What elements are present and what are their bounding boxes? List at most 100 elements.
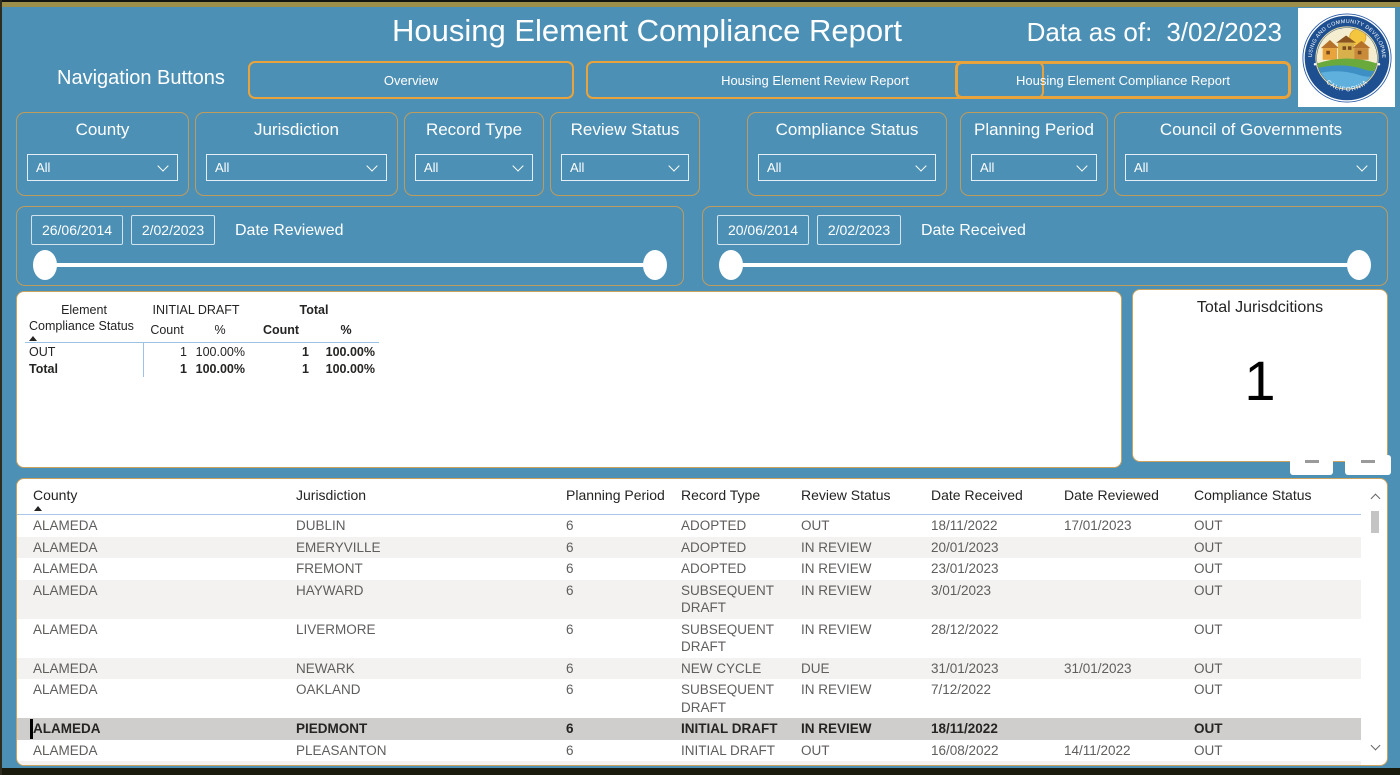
- table-cell: 6: [566, 558, 681, 580]
- table-cell: EMERYVILLE: [296, 537, 566, 559]
- dash-icon: [1361, 460, 1375, 463]
- chevron-down-icon: [1356, 160, 1367, 171]
- table-cell: ADOPTED: [681, 537, 801, 559]
- table-cell: ADOPTED: [681, 558, 801, 580]
- scrollbar-thumb[interactable]: [1371, 511, 1379, 533]
- matrix-value: 100.00%: [313, 343, 379, 361]
- column-header-date-reviewed[interactable]: Date Reviewed: [1064, 487, 1194, 514]
- column-header-date-received[interactable]: Date Received: [931, 487, 1064, 514]
- dropdown-value: All: [570, 160, 584, 175]
- table-cell: OUT: [1194, 718, 1344, 740]
- table-cell: SUBSEQUENT DRAFT: [681, 580, 801, 619]
- table-cell: SAN LEANDRO: [296, 761, 566, 766]
- slider-handle-right[interactable]: [1347, 250, 1371, 280]
- table-cell: NEW CYCLE: [681, 658, 801, 680]
- table-cell: OUT: [801, 740, 931, 762]
- matrix-row[interactable]: Total1100.00%1100.00%: [25, 360, 379, 377]
- data-as-of-value: 3/02/2023: [1166, 17, 1282, 47]
- sort-ascending-icon: [34, 506, 42, 511]
- table-cell: 6: [566, 740, 681, 762]
- details-table-panel: CountyJurisdictionPlanning PeriodRecord …: [16, 478, 1388, 766]
- matrix-row[interactable]: OUT1100.00%1100.00%: [25, 343, 379, 361]
- table-row[interactable]: ALAMEDALIVERMORE6SUBSEQUENT DRAFTIN REVI…: [17, 619, 1361, 658]
- table-cell: IN REVIEW: [801, 537, 931, 559]
- filter-planning-period: Planning PeriodAll: [960, 112, 1108, 196]
- table-cell: ALAMEDA: [33, 679, 296, 701]
- table-row[interactable]: ALAMEDAFREMONT6ADOPTEDIN REVIEW23/01/202…: [17, 558, 1361, 580]
- matrix-rowgroup-header-line2[interactable]: Compliance Status: [25, 318, 143, 343]
- matrix-colgroup-initial-draft[interactable]: INITIAL DRAFT: [143, 302, 249, 318]
- filter-label: Record Type: [405, 120, 543, 140]
- scroll-up-icon[interactable]: [1371, 494, 1381, 504]
- column-header-county[interactable]: County: [33, 487, 296, 514]
- column-header-label: Compliance Status: [1194, 487, 1312, 503]
- table-cell: ALAMEDA: [33, 740, 296, 762]
- table-row[interactable]: ALAMEDAHAYWARD6SUBSEQUENT DRAFTIN REVIEW…: [17, 580, 1361, 619]
- table-cell: 31/01/2023: [1064, 658, 1194, 680]
- matrix-rowgroup-header-line1[interactable]: Element: [25, 302, 143, 318]
- table-cell: 6: [566, 515, 681, 537]
- compliance-matrix: Element INITIAL DRAFT Total Compliance S…: [25, 302, 379, 377]
- matrix-value: 1: [249, 343, 313, 361]
- matrix-subheader-total-count[interactable]: Count: [249, 318, 313, 343]
- filter-dropdown-review-status[interactable]: All: [561, 154, 689, 181]
- matrix-subheader-count[interactable]: Count: [143, 318, 191, 343]
- matrix-value: 100.00%: [313, 360, 379, 377]
- nav-buttons-label: Navigation Buttons: [57, 67, 225, 90]
- matrix-colgroup-total[interactable]: Total: [249, 302, 379, 318]
- table-row[interactable]: ALAMEDAPIEDMONT6INITIAL DRAFTIN REVIEW18…: [17, 718, 1361, 740]
- matrix-subheader-percent[interactable]: %: [191, 318, 249, 343]
- table-cell: IN REVIEW: [801, 679, 931, 701]
- slider-track[interactable]: [45, 263, 655, 267]
- filter-dropdown-county[interactable]: All: [27, 154, 178, 181]
- scroll-down-icon[interactable]: [1371, 741, 1381, 751]
- card-action-button-2[interactable]: [1345, 455, 1391, 475]
- filter-dropdown-compliance-status[interactable]: All: [758, 154, 936, 181]
- column-header-planning-period[interactable]: Planning Period: [566, 487, 681, 514]
- chevron-down-icon: [157, 160, 168, 171]
- dash-icon: [1305, 460, 1319, 463]
- table-scrollbar[interactable]: [1368, 479, 1383, 765]
- column-header-review-status[interactable]: Review Status: [801, 487, 931, 514]
- date-start-input[interactable]: 20/06/2014: [717, 215, 809, 245]
- date-end-input[interactable]: 2/02/2023: [131, 215, 215, 245]
- table-cell: 18/11/2022: [931, 515, 1064, 537]
- matrix-value: 1: [249, 360, 313, 377]
- date-end-input[interactable]: 2/02/2023: [817, 215, 901, 245]
- filter-dropdown-record-type[interactable]: All: [415, 154, 533, 181]
- table-cell: IN REVIEW: [801, 619, 931, 641]
- slider-handle-right[interactable]: [643, 250, 667, 280]
- hcd-logo-panel: HOUSING AND COMMUNITY DEVELOPMENT CALIFO…: [1298, 8, 1395, 107]
- table-row[interactable]: ALAMEDASAN LEANDRO6ADOPTEDIN9/12/20222/0…: [17, 761, 1361, 766]
- nav-button-overview[interactable]: Overview: [248, 61, 574, 99]
- filter-dropdown-council-of-governments[interactable]: All: [1125, 154, 1377, 181]
- table-row[interactable]: ALAMEDAEMERYVILLE6ADOPTEDIN REVIEW20/01/…: [17, 537, 1361, 559]
- filter-county: CountyAll: [16, 112, 189, 196]
- table-body: ALAMEDADUBLIN6ADOPTEDOUT18/11/202217/01/…: [17, 515, 1361, 766]
- column-header-record-type[interactable]: Record Type: [681, 487, 801, 514]
- table-cell: IN REVIEW: [801, 718, 931, 740]
- card-action-button-1[interactable]: [1290, 455, 1333, 475]
- table-row[interactable]: ALAMEDAOAKLAND6SUBSEQUENT DRAFTIN REVIEW…: [17, 679, 1361, 718]
- table-cell: ALAMEDA: [33, 619, 296, 641]
- table-cell: 20/01/2023: [931, 537, 1064, 559]
- table-row[interactable]: ALAMEDAPLEASANTON6INITIAL DRAFTOUT16/08/…: [17, 740, 1361, 762]
- table-row[interactable]: ALAMEDANEWARK6NEW CYCLEDUE31/01/202331/0…: [17, 658, 1361, 680]
- table-cell: 18/11/2022: [931, 718, 1064, 740]
- selected-row-marker: [30, 719, 33, 739]
- nav-button-housing-element-compliance-report[interactable]: Housing Element Compliance Report: [955, 61, 1291, 99]
- filter-compliance-status: Compliance StatusAll: [747, 112, 947, 196]
- matrix-subheader-total-percent[interactable]: %: [313, 318, 379, 343]
- column-header-jurisdiction[interactable]: Jurisdiction: [296, 487, 566, 514]
- date-start-input[interactable]: 26/06/2014: [31, 215, 123, 245]
- slider-track[interactable]: [731, 263, 1359, 267]
- column-header-compliance-status[interactable]: Compliance Status: [1194, 487, 1344, 514]
- filter-dropdown-planning-period[interactable]: All: [971, 154, 1097, 181]
- table-cell: [1064, 537, 1194, 541]
- table-row[interactable]: ALAMEDADUBLIN6ADOPTEDOUT18/11/202217/01/…: [17, 515, 1361, 537]
- slider-handle-left[interactable]: [719, 250, 743, 280]
- matrix-value: 100.00%: [191, 343, 249, 361]
- slider-handle-left[interactable]: [33, 250, 57, 280]
- dropdown-value: All: [1134, 160, 1148, 175]
- filter-dropdown-jurisdiction[interactable]: All: [206, 154, 387, 181]
